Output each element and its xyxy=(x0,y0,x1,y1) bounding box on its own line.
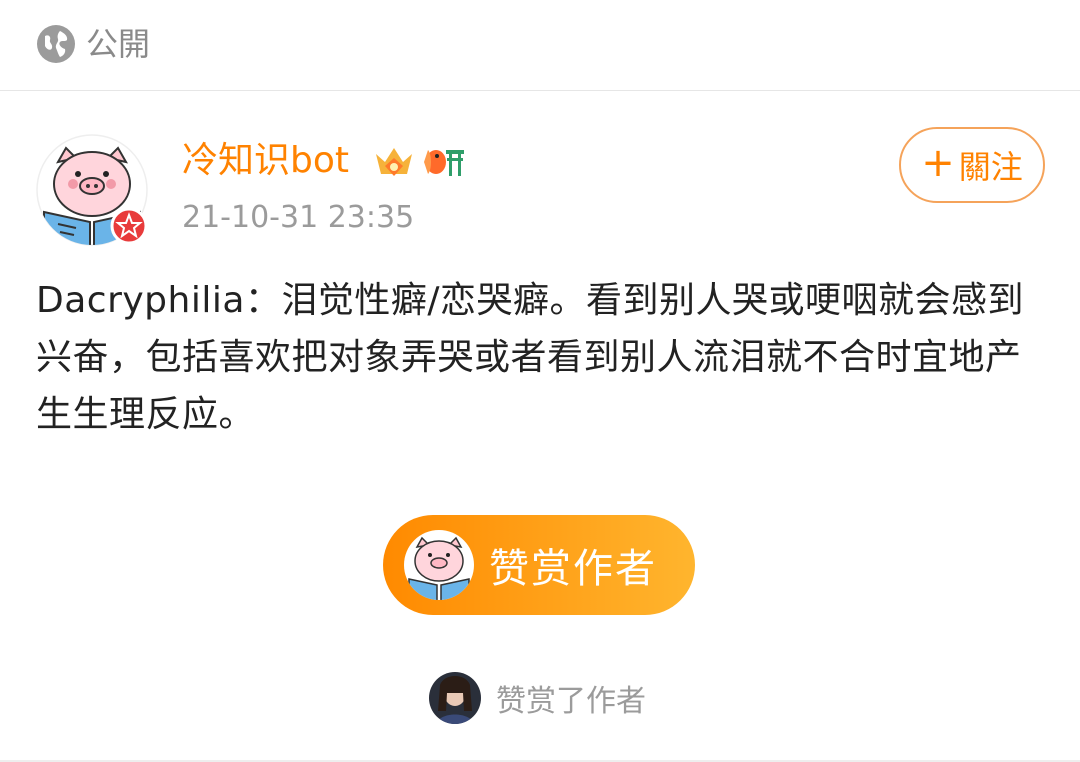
user-badges xyxy=(372,140,466,184)
post-time: 21-10-31 23:35 xyxy=(182,200,415,235)
rewarded-row[interactable]: 赞赏了作者 xyxy=(428,670,646,726)
reward-button-label: 赞赏作者 xyxy=(489,546,657,592)
post-text: Dacryphilia：泪觉性癖/恋哭癖。看到别人哭或哽咽就会感到兴奋，包括喜欢… xyxy=(36,280,1025,435)
globe-icon xyxy=(37,25,75,63)
plus-icon: + xyxy=(921,140,955,186)
user-name[interactable]: 冷知识bot xyxy=(182,138,349,184)
rewarded-label: 赞赏了作者 xyxy=(496,684,646,719)
reward-avatar xyxy=(404,530,474,600)
rewarder-avatar[interactable] xyxy=(428,671,482,725)
follow-button[interactable]: + 關注 xyxy=(899,127,1045,203)
goldfish-badge-icon xyxy=(424,150,464,176)
reward-author-button[interactable]: 赞赏作者 xyxy=(383,515,695,615)
user-avatar[interactable] xyxy=(36,134,148,246)
crown-badge-icon xyxy=(376,148,412,176)
follow-label: 關注 xyxy=(958,148,1023,186)
visibility-bar: 公開 xyxy=(0,0,1080,91)
visibility-label: 公開 xyxy=(86,25,151,63)
